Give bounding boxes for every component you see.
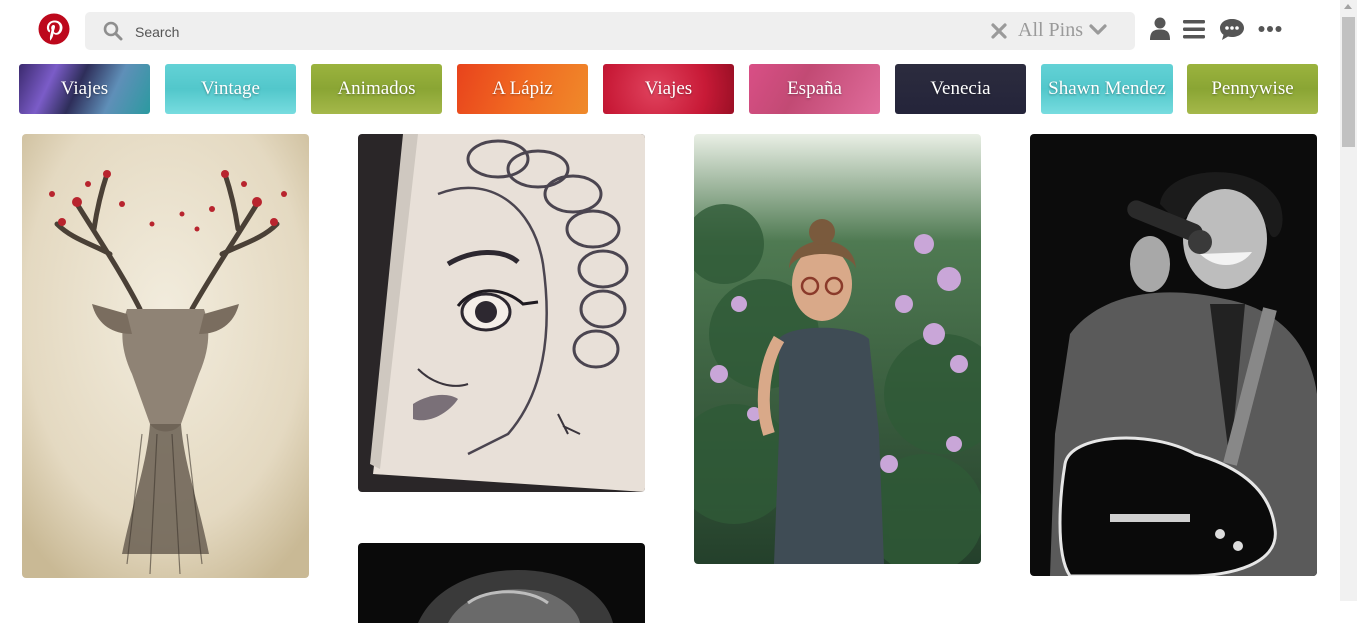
close-icon[interactable] <box>990 22 1008 40</box>
pin-deer-illustration[interactable] <box>22 134 309 578</box>
category-viajes[interactable]: Viajes <box>19 64 150 114</box>
menu-icon[interactable] <box>1181 16 1207 42</box>
category-shawn-mendez[interactable]: Shawn Mendez <box>1041 64 1173 114</box>
category-animados[interactable]: Animados <box>311 64 442 114</box>
pin-filter-label: All Pins <box>1018 18 1084 41</box>
search-bar: All Pins <box>85 12 1135 50</box>
singer-photo-image <box>1030 134 1317 576</box>
pin-pencil-sketch-girl[interactable] <box>358 134 645 492</box>
flowers-photo-image <box>694 134 981 564</box>
category-vintage[interactable]: Vintage <box>165 64 296 114</box>
pin-girl-in-flowers-photo[interactable] <box>694 134 981 564</box>
search-icon[interactable] <box>103 21 123 41</box>
pin-bw-portrait-photo[interactable] <box>358 543 645 623</box>
deer-image <box>22 134 309 578</box>
category-venecia[interactable]: Venecia <box>895 64 1026 114</box>
bw-portrait-image <box>358 543 645 623</box>
chat-icon[interactable] <box>1218 16 1244 42</box>
more-icon[interactable] <box>1257 16 1283 42</box>
category-viajes-2[interactable]: Viajes <box>603 64 734 114</box>
search-input[interactable] <box>133 19 937 45</box>
scrollbar-thumb[interactable] <box>1342 17 1355 147</box>
sketch-image <box>358 134 645 492</box>
category-espana[interactable]: España <box>749 64 880 114</box>
category-a-lapiz[interactable]: A Lápiz <box>457 64 588 114</box>
pinterest-logo[interactable] <box>38 13 70 45</box>
pin-filter-dropdown[interactable]: All Pins <box>1018 18 1107 42</box>
user-icon[interactable] <box>1147 16 1173 42</box>
page-scrollbar[interactable] <box>1340 0 1357 601</box>
scroll-up-arrow-icon[interactable] <box>1344 4 1352 9</box>
chevron-down-icon <box>1089 24 1107 35</box>
pin-guitarist-singer-photo[interactable] <box>1030 134 1317 576</box>
category-pennywise[interactable]: Pennywise <box>1187 64 1318 114</box>
